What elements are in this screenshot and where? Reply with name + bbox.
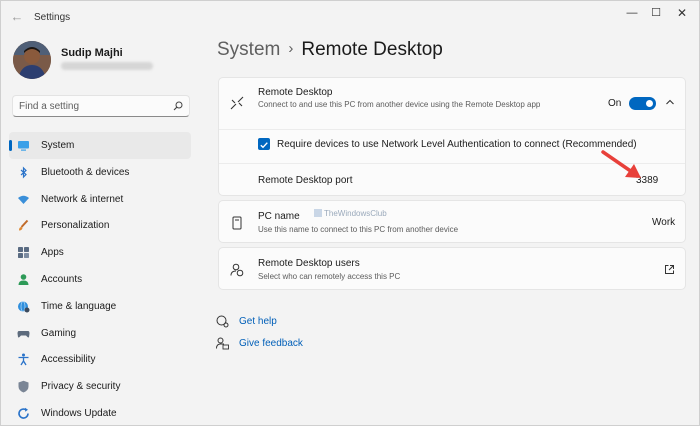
app-title: Settings	[34, 12, 71, 23]
pc-name-description: Use this name to connect to this PC from…	[258, 225, 459, 234]
sidebar-item-label: Gaming	[41, 327, 77, 339]
nla-checkbox[interactable]	[258, 138, 270, 150]
annotation-arrow-icon	[601, 150, 641, 178]
gamepad-icon	[17, 330, 30, 338]
sidebar-item-bluetooth[interactable]: Bluetooth & devices	[9, 159, 191, 186]
search-input[interactable]	[19, 99, 169, 113]
update-icon	[18, 407, 29, 419]
sidebar-item-label: Windows Update	[41, 407, 117, 419]
users-description: Select who can remotely access this PC	[258, 272, 401, 281]
breadcrumb: System › Remote Desktop	[217, 39, 443, 61]
remote-desktop-toggle[interactable]	[629, 97, 656, 110]
pc-name-title: PC name	[258, 211, 300, 222]
pc-name-icon	[232, 216, 242, 230]
sidebar-item-system[interactable]: System	[9, 132, 191, 159]
accessibility-icon	[18, 353, 29, 366]
sidebar-item-apps[interactable]: Apps	[9, 239, 191, 266]
page-title: Remote Desktop	[301, 39, 443, 60]
sidebar-item-network[interactable]: Network & internet	[9, 186, 191, 213]
users-icon	[230, 263, 244, 277]
close-button[interactable]: ✕	[671, 5, 693, 21]
remote-desktop-users-card[interactable]: Remote Desktop users Select who can remo…	[218, 247, 686, 290]
sidebar-item-label: Privacy & security	[41, 381, 121, 393]
remote-desktop-title: Remote Desktop	[258, 87, 333, 98]
user-name: Sudip Majhi	[61, 47, 123, 59]
sidebar-item-label: System	[41, 140, 75, 151]
maximize-button[interactable]: ☐	[645, 5, 667, 21]
chevron-right-icon: ›	[288, 40, 294, 57]
sidebar-item-gaming[interactable]: Gaming	[9, 320, 191, 347]
back-arrow-icon[interactable]: ←	[9, 9, 25, 25]
remote-desktop-row[interactable]: Remote Desktop Connect to and use this P…	[219, 78, 685, 129]
shield-icon	[18, 380, 29, 393]
user-email-redacted	[61, 62, 153, 70]
sidebar-item-windows-update[interactable]: Windows Update	[9, 400, 191, 426]
port-label: Remote Desktop port	[258, 175, 353, 186]
help-icon	[216, 315, 229, 328]
sidebar-item-label: Bluetooth & devices	[41, 166, 130, 178]
brush-icon	[19, 220, 29, 231]
sidebar-item-label: Accounts	[41, 273, 83, 285]
watermark-label: TheWindowsClub	[324, 209, 387, 218]
remote-desktop-icon	[230, 96, 244, 110]
title-bar: ← Settings — ☐ ✕	[1, 1, 700, 33]
get-help-link[interactable]: Get help	[239, 316, 277, 327]
apps-icon	[18, 247, 29, 259]
sidebar-item-privacy[interactable]: Privacy & security	[9, 373, 191, 400]
sidebar-item-accounts[interactable]: Accounts	[9, 266, 191, 293]
divider	[219, 129, 685, 130]
checkmark-icon	[260, 142, 268, 149]
sidebar-item-label: Time & language	[41, 300, 117, 312]
watermark-logo-icon	[314, 209, 322, 217]
sidebar-item-accessibility[interactable]: Accessibility	[9, 346, 191, 373]
sidebar-item-personalization[interactable]: Personalization	[9, 212, 191, 239]
remote-desktop-card: Remote Desktop Connect to and use this P…	[218, 77, 686, 196]
globe-clock-icon	[18, 300, 30, 313]
system-icon	[18, 141, 29, 151]
breadcrumb-parent[interactable]: System	[217, 39, 280, 60]
bluetooth-icon	[20, 166, 27, 179]
toggle-state-label: On	[608, 98, 622, 109]
minimize-button[interactable]: —	[621, 5, 643, 21]
remote-desktop-description: Connect to and use this PC from another …	[258, 100, 541, 109]
avatar[interactable]	[13, 41, 51, 79]
sidebar-item-label: Network & internet	[41, 193, 124, 205]
wifi-icon	[18, 195, 29, 204]
person-icon	[18, 274, 29, 285]
sidebar-item-label: Apps	[41, 247, 64, 259]
nla-label[interactable]: Require devices to use Network Level Aut…	[277, 139, 637, 150]
search-box[interactable]	[12, 95, 190, 117]
pc-name-value: Work	[652, 217, 676, 228]
sidebar-nav: System Bluetooth & devices Network & int…	[9, 132, 191, 426]
give-feedback-link[interactable]: Give feedback	[239, 338, 303, 349]
sidebar-item-label: Accessibility	[41, 354, 96, 366]
watermark-text: TheWindowsClub	[314, 209, 387, 218]
sidebar-item-time-language[interactable]: Time & language	[9, 293, 191, 320]
sidebar-item-label: Personalization	[41, 220, 110, 232]
chevron-up-icon[interactable]	[664, 96, 676, 108]
users-title: Remote Desktop users	[258, 258, 360, 269]
external-link-icon[interactable]	[664, 264, 675, 275]
search-icon[interactable]	[173, 101, 183, 111]
feedback-icon	[216, 337, 229, 350]
pc-name-card: PC name Use this name to connect to this…	[218, 200, 686, 243]
